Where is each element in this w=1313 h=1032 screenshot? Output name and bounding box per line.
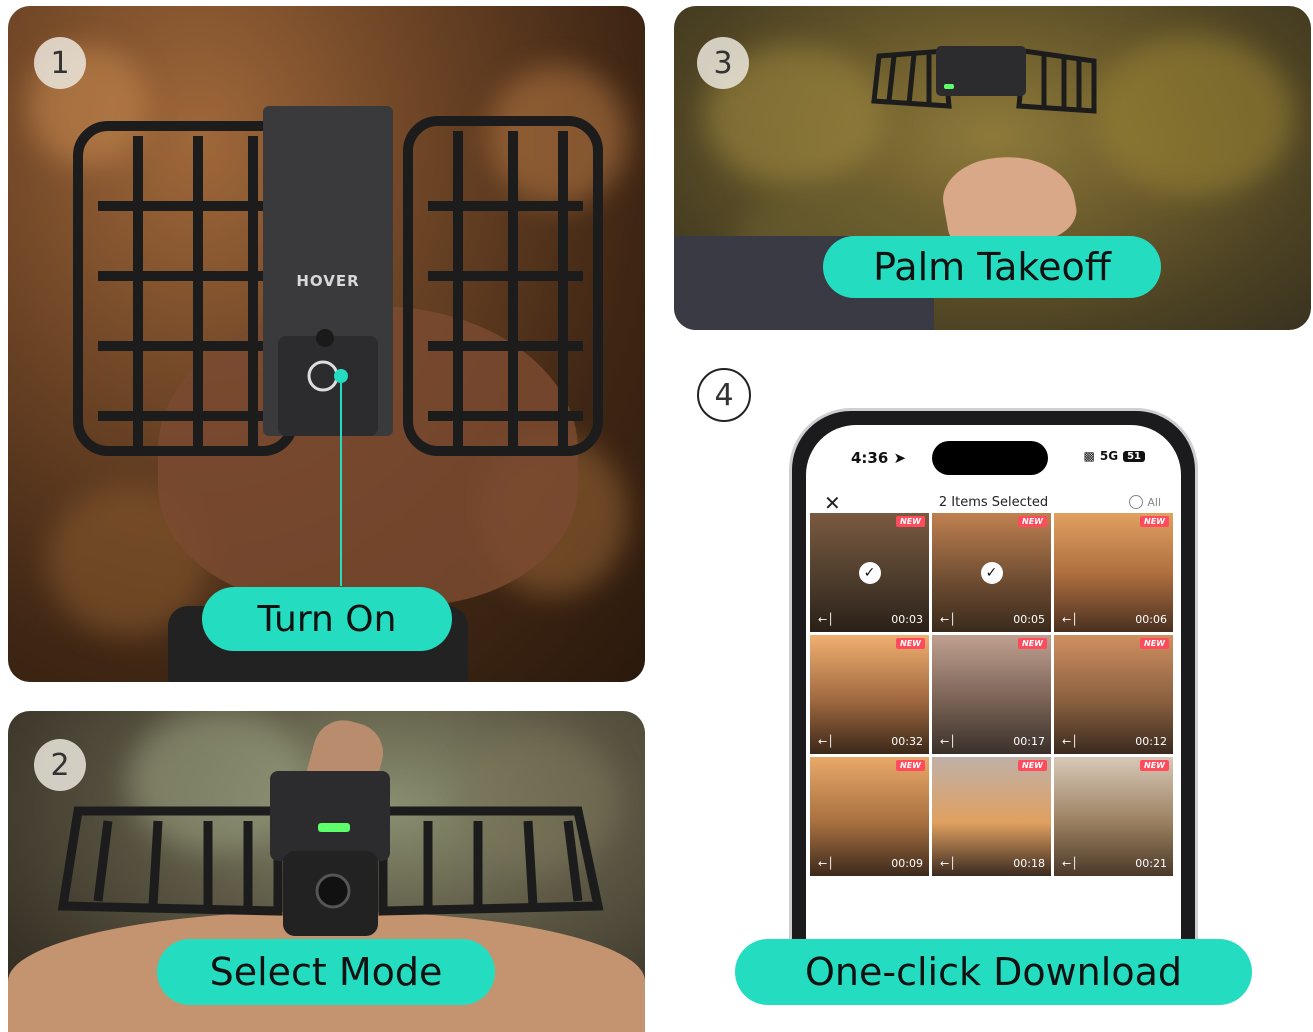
new-badge: NEW bbox=[1018, 760, 1047, 771]
step-number-1: 1 bbox=[34, 37, 86, 89]
media-thumbnail[interactable]: NEW ←│ 00:03 ✓ bbox=[810, 513, 929, 632]
video-icon: ←│ bbox=[818, 735, 834, 748]
video-duration: 00:12 bbox=[1135, 735, 1167, 748]
video-duration: 00:09 bbox=[891, 857, 923, 870]
phone-screen: 4:36 ➤ ▩ 5G 51 ✕ 2 Items Selected All NE… bbox=[806, 425, 1181, 971]
video-duration: 00:32 bbox=[891, 735, 923, 748]
media-thumbnail[interactable]: NEW ←│ 00:17 bbox=[932, 635, 1051, 754]
video-icon: ←│ bbox=[1062, 613, 1078, 626]
signal-icon: ▩ bbox=[1083, 449, 1095, 463]
media-thumbnail[interactable]: NEW ←│ 00:21 bbox=[1054, 757, 1173, 876]
step-number-2: 2 bbox=[34, 739, 86, 791]
new-badge: NEW bbox=[1140, 638, 1169, 649]
step-number-3: 3 bbox=[697, 37, 749, 89]
select-all-label: All bbox=[1147, 495, 1161, 509]
media-thumbnail[interactable]: NEW ←│ 00:32 bbox=[810, 635, 929, 754]
video-icon: ←│ bbox=[1062, 735, 1078, 748]
media-thumbnail[interactable]: NEW ←│ 00:05 ✓ bbox=[932, 513, 1051, 632]
video-icon: ←│ bbox=[940, 613, 956, 626]
location-arrow-icon: ➤ bbox=[893, 449, 907, 467]
network-label: 5G bbox=[1099, 449, 1119, 463]
new-badge: NEW bbox=[896, 516, 925, 527]
media-thumbnail[interactable]: NEW ←│ 00:18 bbox=[932, 757, 1051, 876]
video-icon: ←│ bbox=[940, 857, 956, 870]
check-icon[interactable]: ✓ bbox=[858, 561, 881, 584]
video-duration: 00:06 bbox=[1135, 613, 1167, 626]
new-badge: NEW bbox=[896, 760, 925, 771]
turn-on-label: Turn On bbox=[202, 587, 452, 651]
media-thumbnail[interactable]: NEW ←│ 00:06 bbox=[1054, 513, 1173, 632]
video-icon: ←│ bbox=[940, 735, 956, 748]
new-badge: NEW bbox=[896, 638, 925, 649]
video-duration: 00:21 bbox=[1135, 857, 1167, 870]
new-badge: NEW bbox=[1140, 760, 1169, 771]
check-icon[interactable]: ✓ bbox=[980, 561, 1003, 584]
turn-on-photo: HOVER bbox=[8, 6, 645, 682]
battery-icon: 51 bbox=[1123, 450, 1145, 462]
video-duration: 00:03 bbox=[891, 613, 923, 626]
one-click-download-label: One-click Download bbox=[735, 939, 1252, 1005]
select-all-toggle[interactable]: All bbox=[1129, 495, 1161, 509]
video-icon: ←│ bbox=[818, 857, 834, 870]
dynamic-island bbox=[932, 441, 1048, 475]
drone-illustration bbox=[73, 106, 603, 586]
video-duration: 00:05 bbox=[1013, 613, 1045, 626]
video-icon: ←│ bbox=[818, 613, 834, 626]
phone-mockup: 4:36 ➤ ▩ 5G 51 ✕ 2 Items Selected All NE… bbox=[789, 408, 1198, 974]
select-mode-label: Select Mode bbox=[157, 939, 495, 1005]
video-icon: ←│ bbox=[1062, 857, 1078, 870]
new-badge: NEW bbox=[1140, 516, 1169, 527]
palm-takeoff-label: Palm Takeoff bbox=[823, 236, 1161, 298]
radio-icon[interactable] bbox=[1129, 495, 1144, 509]
media-thumbnail[interactable]: NEW ←│ 00:12 bbox=[1054, 635, 1173, 754]
new-badge: NEW bbox=[1018, 638, 1047, 649]
media-thumbnail[interactable]: NEW ←│ 00:09 bbox=[810, 757, 929, 876]
status-time: 4:36 bbox=[851, 449, 889, 467]
status-right: ▩ 5G 51 bbox=[1084, 449, 1145, 463]
media-grid: NEW ←│ 00:03 ✓ NEW ←│ 00:05 ✓ NEW ←│ 00:06 NEW ←│ 00:… bbox=[810, 513, 1173, 876]
new-badge: NEW bbox=[1018, 516, 1047, 527]
video-duration: 00:17 bbox=[1013, 735, 1045, 748]
selection-title: 2 Items Selected bbox=[938, 495, 1049, 510]
video-duration: 00:18 bbox=[1013, 857, 1045, 870]
step-number-4: 4 bbox=[697, 368, 751, 422]
brand-label: HOVER bbox=[296, 272, 360, 290]
